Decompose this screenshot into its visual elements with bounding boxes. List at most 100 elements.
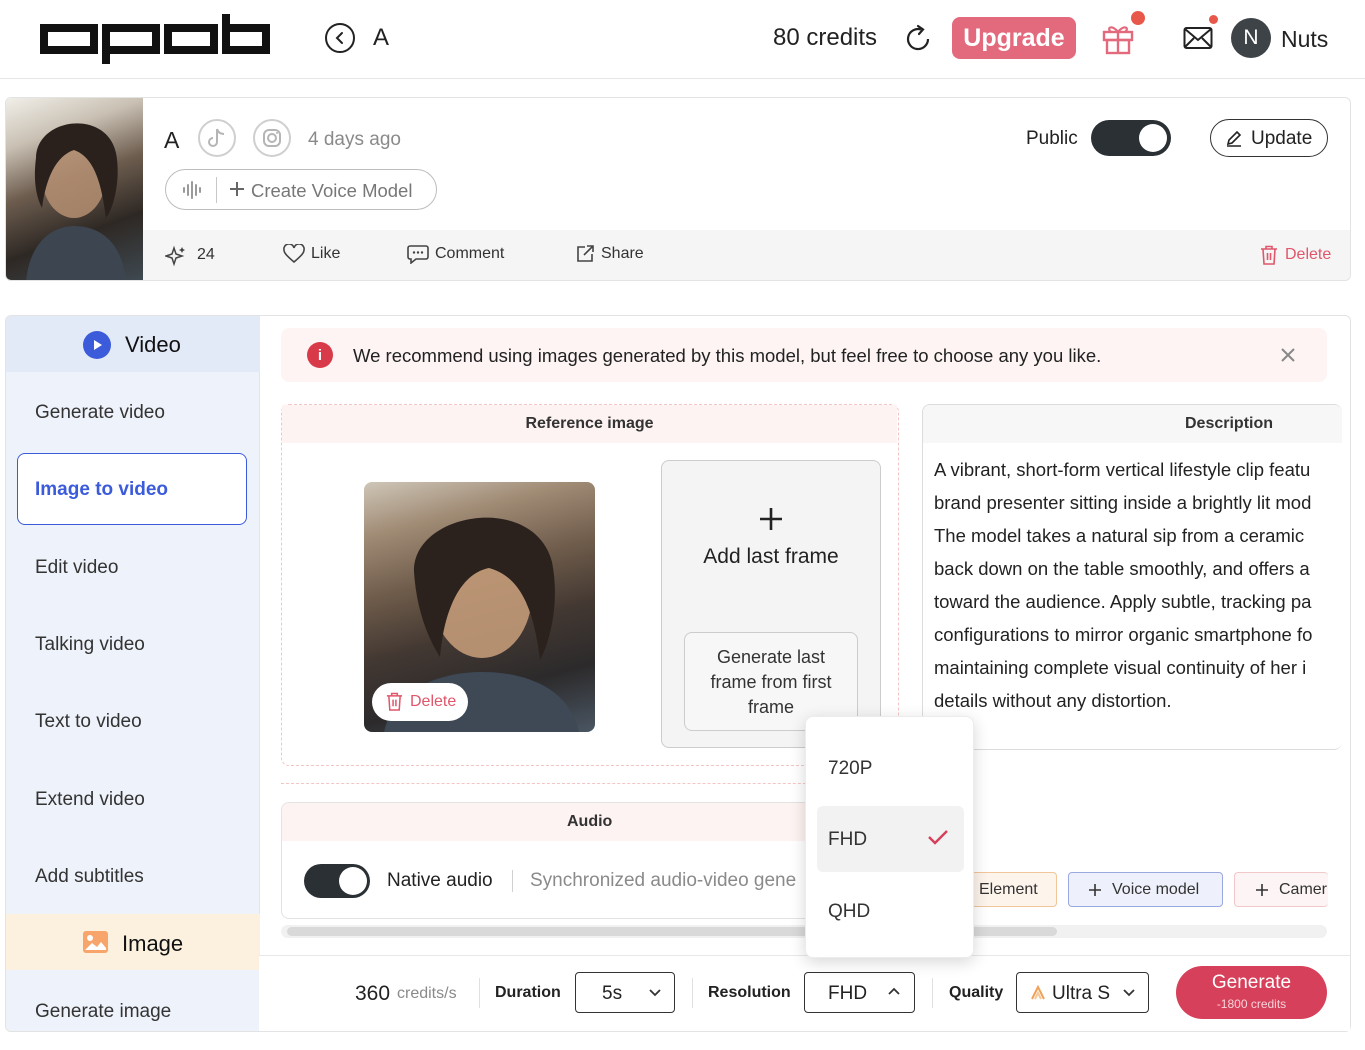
back-button[interactable] xyxy=(325,23,355,53)
video-play-icon xyxy=(83,331,111,359)
resolution-option-fhd[interactable]: FHD xyxy=(817,806,964,872)
recommendation-notice: i We recommend using images generated by… xyxy=(281,328,1327,382)
gift-icon[interactable] xyxy=(1100,20,1136,56)
sidebar: Video Generate video Image to video Edit… xyxy=(6,316,260,1031)
delete-reference-button[interactable]: Delete xyxy=(372,683,468,721)
description-textarea[interactable]: A vibrant, short-form vertical lifestyle… xyxy=(934,453,1328,717)
sidebar-section-image[interactable]: Image xyxy=(6,914,260,970)
duration-select[interactable]: 5s xyxy=(575,972,675,1013)
quality-select[interactable]: Ultra S xyxy=(1016,972,1149,1013)
sidebar-section-label: Image xyxy=(122,931,184,956)
resolution-option-label: FHD xyxy=(828,829,868,850)
description-line: A vibrant, short-form vertical lifestyle… xyxy=(934,459,1311,480)
username[interactable]: Nuts xyxy=(1281,26,1328,53)
generate-button[interactable]: Generate -1800 credits xyxy=(1176,966,1327,1019)
plus-icon xyxy=(228,180,246,198)
audio-title-text: Audio xyxy=(567,813,613,830)
sidebar-item-generate-image[interactable]: Generate image xyxy=(35,1001,171,1023)
instagram-icon[interactable] xyxy=(253,119,291,157)
plus-icon xyxy=(758,506,784,532)
sidebar-item-image-to-video[interactable]: Image to video xyxy=(17,453,247,525)
sparkle-icon xyxy=(165,245,187,267)
like-label: Like xyxy=(311,245,341,262)
mail-icon[interactable] xyxy=(1183,26,1213,50)
share-label: Share xyxy=(601,245,644,262)
divider xyxy=(512,870,513,892)
description-title-text: Description xyxy=(1185,415,1274,432)
public-toggle[interactable] xyxy=(1091,120,1171,156)
description-line: maintaining complete visual continuity o… xyxy=(934,657,1307,678)
refresh-icon[interactable] xyxy=(904,24,934,54)
chevron-up-icon xyxy=(888,987,900,995)
heart-icon xyxy=(283,244,305,264)
create-voice-model-label: Create Voice Model xyxy=(251,180,413,201)
sidebar-item-label: Image to video xyxy=(35,479,169,500)
mail-notification-dot xyxy=(1209,15,1218,24)
divider xyxy=(932,978,933,1008)
update-button[interactable]: Update xyxy=(1210,119,1328,157)
sidebar-item-add-subtitles[interactable]: Add subtitles xyxy=(35,866,144,888)
divider xyxy=(479,978,480,1008)
audio-title: Audio xyxy=(282,803,840,841)
public-label: Public xyxy=(1026,128,1078,149)
camera-chip[interactable]: Camer xyxy=(1234,872,1328,907)
sidebar-item-talking-video[interactable]: Talking video xyxy=(35,634,145,656)
plus-icon xyxy=(1089,883,1101,896)
create-voice-model-button[interactable]: Create Voice Model xyxy=(165,169,437,210)
avatar[interactable]: N xyxy=(1231,18,1271,58)
resolution-dropdown: 720P FHD QHD xyxy=(805,716,974,958)
sidebar-item-extend-video[interactable]: Extend video xyxy=(35,789,145,811)
image-icon xyxy=(82,930,109,954)
upgrade-button[interactable]: Upgrade xyxy=(952,17,1076,59)
model-thumbnail[interactable] xyxy=(6,98,143,280)
share-icon xyxy=(577,245,594,262)
delete-label: Delete xyxy=(1285,246,1332,263)
update-label: Update xyxy=(1251,128,1313,149)
delete-model-button[interactable]: Delete xyxy=(1260,245,1331,265)
divider xyxy=(692,978,693,1008)
waveform-icon xyxy=(182,180,202,200)
description-title: Description xyxy=(923,405,1342,443)
description-line: back down on the table smoothly, and off… xyxy=(934,558,1310,579)
add-last-frame-label: Add last frame xyxy=(703,545,839,568)
resolution-select[interactable]: FHD xyxy=(804,972,915,1013)
voice-model-chip[interactable]: Voice model xyxy=(1068,872,1223,907)
element-chip[interactable]: Element xyxy=(966,872,1057,907)
time-ago: 4 days ago xyxy=(308,129,401,150)
sidebar-section-video[interactable]: Video xyxy=(6,316,260,372)
toggle-knob xyxy=(1139,124,1167,152)
sidebar-item-edit-video[interactable]: Edit video xyxy=(35,557,118,579)
chevron-down-icon xyxy=(1123,989,1135,997)
comment-label: Comment xyxy=(435,245,505,262)
pencil-icon xyxy=(1225,129,1243,147)
credits-rate-value: 360 xyxy=(355,982,391,1005)
credits-rate-unit: credits/s xyxy=(397,985,457,1002)
ultra-quality-icon xyxy=(1031,985,1045,1000)
chevron-down-icon xyxy=(649,989,661,997)
description-line: configurations to mirror organic smartph… xyxy=(934,624,1313,645)
share-button[interactable]: Share xyxy=(575,244,644,264)
resolution-option-720p[interactable]: 720P xyxy=(828,758,872,780)
horizontal-scrollbar[interactable] xyxy=(281,925,1327,938)
sidebar-section-label: Video xyxy=(125,332,181,357)
page-title: A xyxy=(373,24,390,51)
description-line: brand presenter sitting inside a brightl… xyxy=(934,492,1312,513)
like-button[interactable]: Like xyxy=(283,244,340,264)
sidebar-item-text-to-video[interactable]: Text to video xyxy=(35,711,142,733)
native-audio-description: Synchronized audio-video gene xyxy=(530,870,797,891)
quality-value: Ultra S xyxy=(1052,983,1111,1004)
apob-logo[interactable] xyxy=(40,14,272,64)
resolution-option-qhd[interactable]: QHD xyxy=(828,901,870,923)
generate-label: Generate xyxy=(1211,972,1292,993)
tiktok-icon[interactable] xyxy=(198,119,236,157)
notice-text: We recommend using images generated by t… xyxy=(353,345,1102,366)
comment-button[interactable]: Comment xyxy=(407,244,504,264)
reference-image-title: Reference image xyxy=(282,405,897,443)
toggle-knob xyxy=(339,867,367,895)
delete-label: Delete xyxy=(410,693,457,710)
sidebar-item-generate-video[interactable]: Generate video xyxy=(35,402,165,424)
native-audio-toggle[interactable] xyxy=(304,864,370,898)
duration-label: Duration xyxy=(495,984,561,1001)
checkmark-icon xyxy=(928,830,948,845)
close-icon[interactable] xyxy=(1279,346,1297,364)
